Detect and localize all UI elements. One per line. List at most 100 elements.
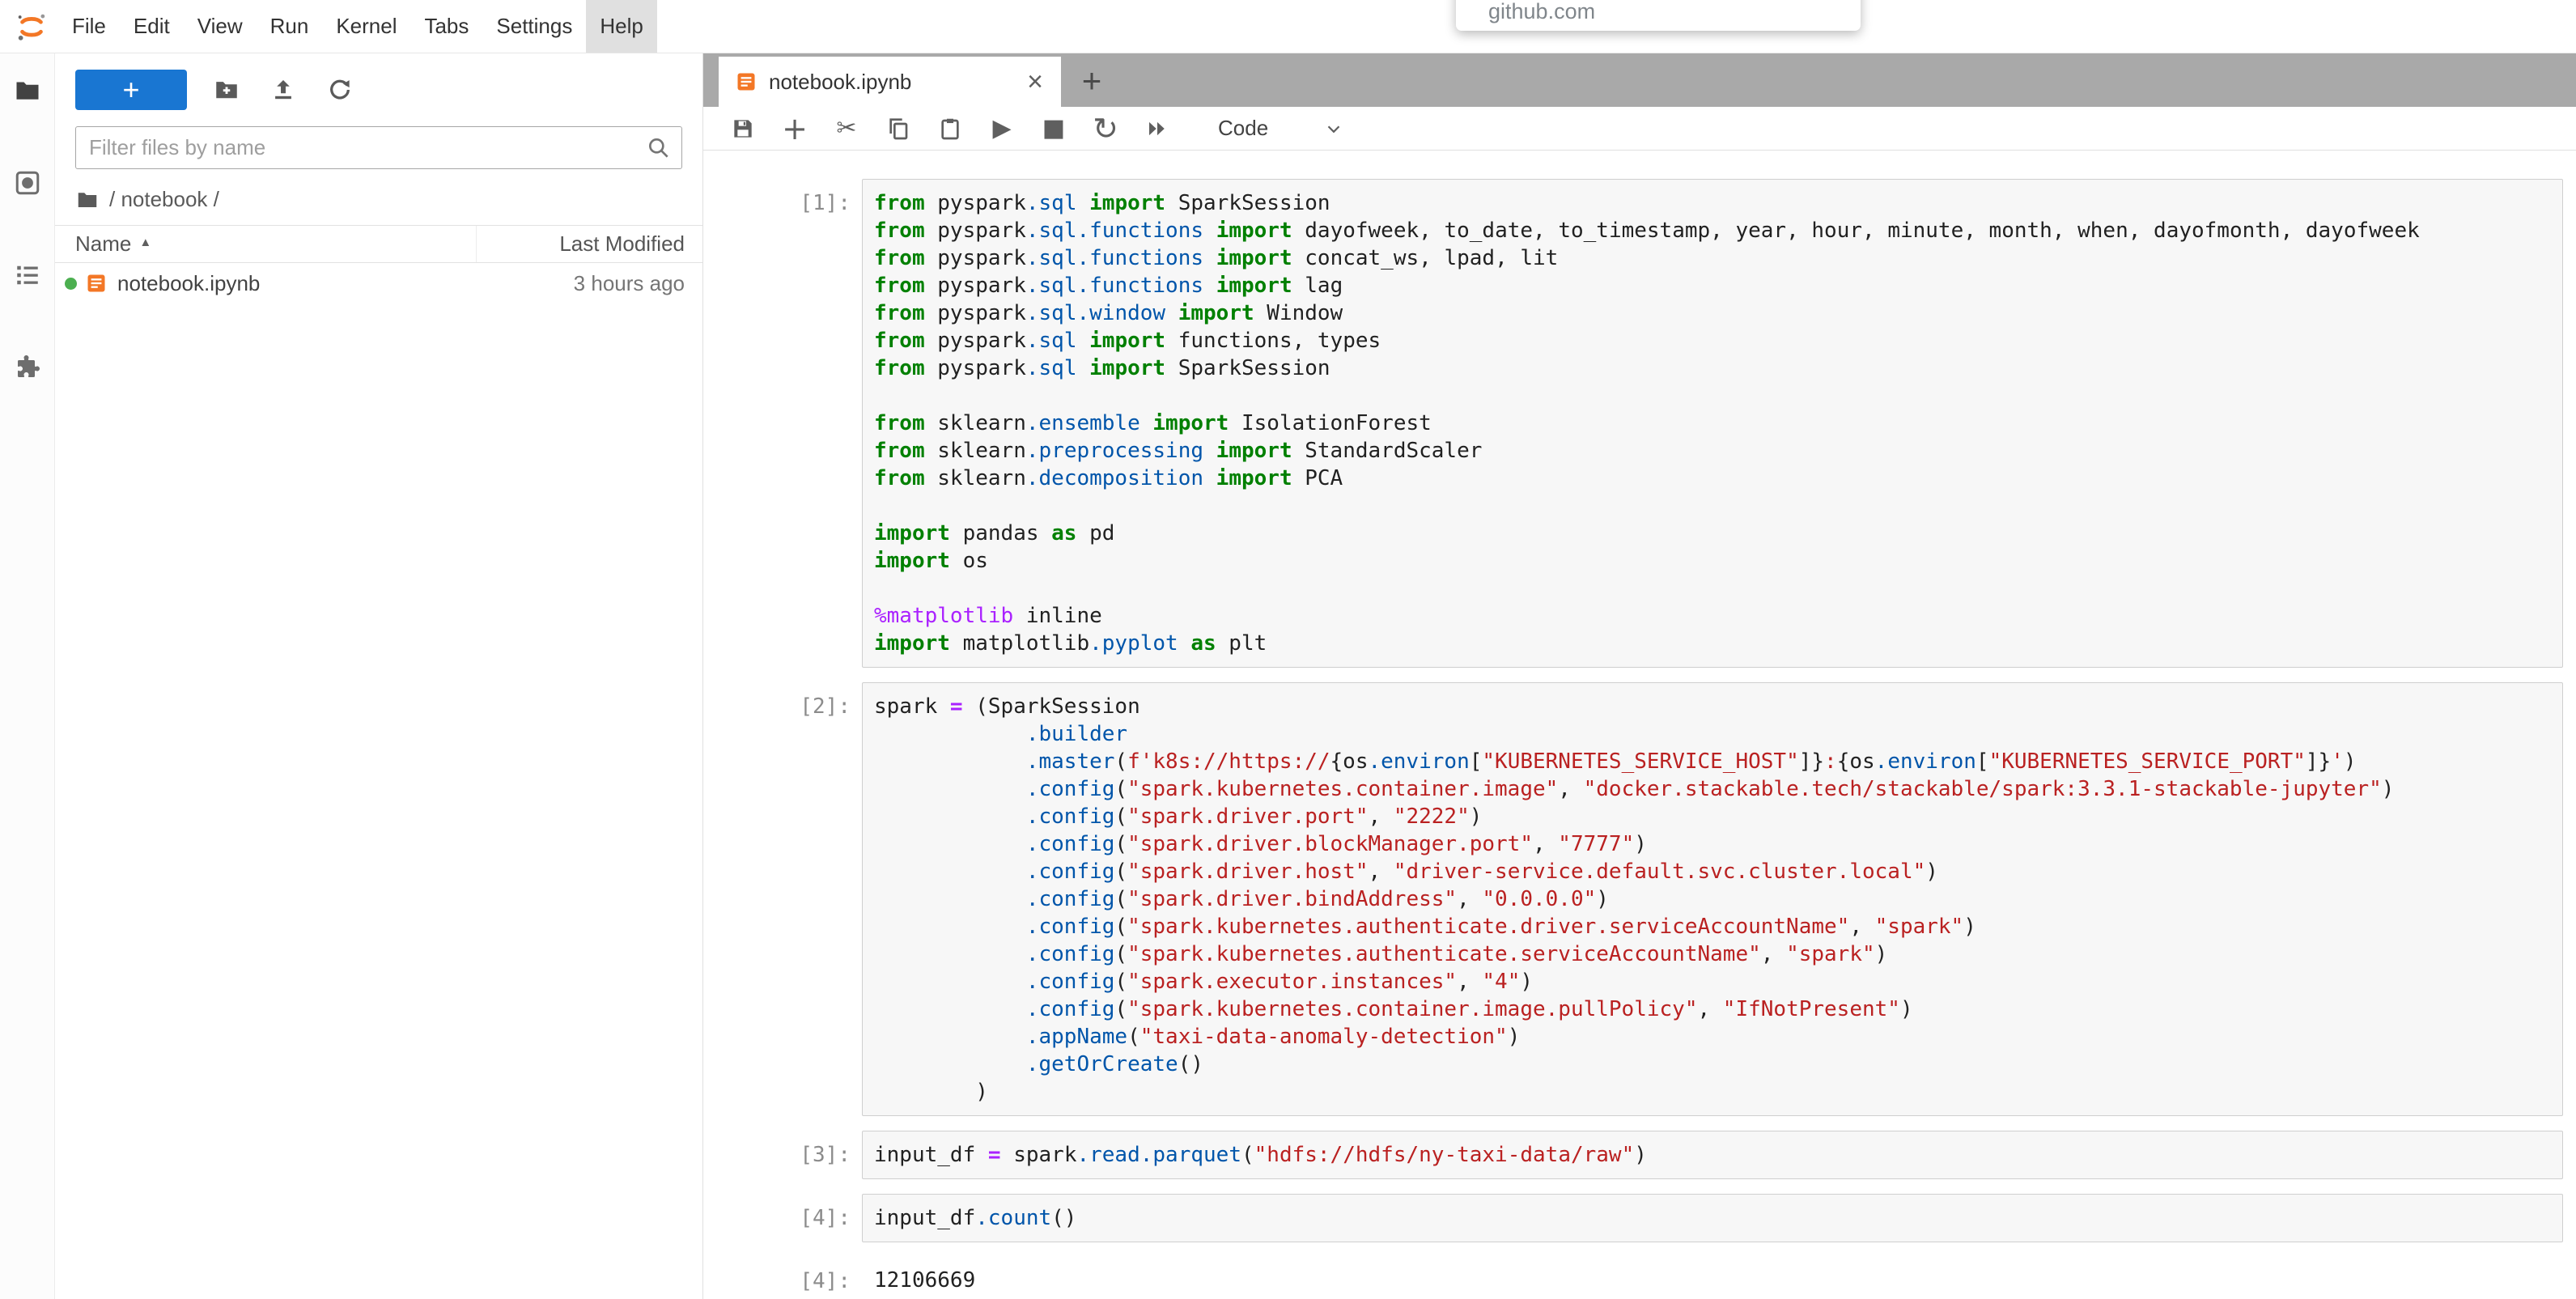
- code-line: from pyspark.sql.functions import dayofw…: [874, 217, 2551, 244]
- code-line: import os: [874, 547, 2551, 575]
- cell-type-value: Code: [1218, 116, 1268, 141]
- new-folder-icon: [213, 76, 240, 104]
- menu-item-view[interactable]: View: [184, 0, 257, 53]
- restart-run-all-button[interactable]: [1142, 111, 1173, 146]
- notebook-cell-row: [4]:input_df.count(): [774, 1194, 2563, 1242]
- play-icon: ▶: [992, 117, 1011, 141]
- code-line: from sklearn.ensemble import IsolationFo…: [874, 410, 2551, 437]
- file-modified: 3 hours ago: [476, 271, 702, 296]
- scissors-icon: ✂: [836, 117, 856, 141]
- run-cell-button[interactable]: ▶: [987, 111, 1017, 146]
- breadcrumb-path[interactable]: / notebook /: [109, 187, 219, 212]
- sort-ascending-icon: ▲: [139, 236, 151, 249]
- column-header-name[interactable]: Name ▲: [55, 231, 476, 257]
- file-browser-panel: + / notebook / Name ▲: [55, 53, 702, 1299]
- code-line: .config("spark.driver.blockManager.port"…: [874, 830, 2551, 858]
- notebook-cell-row: [1]:from pyspark.sql import SparkSession…: [774, 179, 2563, 668]
- file-row[interactable]: notebook.ipynb 3 hours ago: [55, 263, 702, 304]
- code-line: import pandas as pd: [874, 520, 2551, 547]
- upload-icon: [269, 76, 297, 104]
- cut-cells-button[interactable]: ✂: [831, 111, 862, 146]
- folder-icon: [75, 188, 100, 212]
- code-line: from pyspark.sql import SparkSession: [874, 354, 2551, 382]
- sidebar-tab-file-browser[interactable]: [11, 74, 44, 107]
- column-modified-label: Last Modified: [559, 231, 685, 257]
- tab-notebook[interactable]: notebook.ipynb ×: [719, 57, 1061, 107]
- notebook-content[interactable]: [1]:from pyspark.sql import SparkSession…: [703, 151, 2576, 1299]
- copy-icon: [885, 116, 911, 142]
- code-line: .getOrCreate(): [874, 1051, 2551, 1078]
- notebook-cells: [1]:from pyspark.sql import SparkSession…: [703, 151, 2576, 1295]
- notebook-toolbar: + ✂ ▶ ■ ↻ Code: [703, 107, 2576, 151]
- tab-bar: notebook.ipynb × +: [703, 53, 2576, 107]
- code-line: .master(f'k8s://https://{os.environ["KUB…: [874, 748, 2551, 775]
- cell-editor[interactable]: input_df = spark.read.parquet("hdfs://hd…: [862, 1131, 2563, 1179]
- cell-prompt: [4]:: [774, 1194, 862, 1242]
- cell-type-dropdown[interactable]: Code: [1208, 112, 1352, 146]
- cell-editor[interactable]: from pyspark.sql import SparkSessionfrom…: [862, 179, 2563, 668]
- list-icon: [13, 261, 42, 290]
- code-line: input_df = spark.read.parquet("hdfs://hd…: [874, 1141, 2551, 1169]
- file-filter: [75, 126, 682, 169]
- code-line: from pyspark.sql.functions import lag: [874, 272, 2551, 299]
- code-line: [874, 382, 2551, 410]
- fast-forward-icon: [1145, 117, 1169, 141]
- column-name-label: Name: [75, 231, 131, 257]
- cell-prompt: [1]:: [774, 179, 862, 668]
- sidebar-tab-running-kernels[interactable]: [11, 167, 44, 199]
- code-line: .config("spark.kubernetes.authenticate.s…: [874, 940, 2551, 968]
- sidebar-tab-extensions[interactable]: [11, 351, 44, 384]
- code-line: from pyspark.sql import functions, types: [874, 327, 2551, 354]
- cell-editor[interactable]: input_df.count(): [862, 1194, 2563, 1242]
- code-line: .config("spark.driver.bindAddress", "0.0…: [874, 885, 2551, 913]
- code-line: .config("spark.kubernetes.authenticate.d…: [874, 913, 2551, 940]
- copy-cells-button[interactable]: [883, 111, 914, 146]
- menu-item-help[interactable]: Help: [586, 0, 656, 53]
- menu-bar-items: FileEditViewRunKernelTabsSettingsHelp: [58, 0, 657, 53]
- running-kernels-icon: [13, 168, 42, 197]
- paste-cells-button[interactable]: [935, 111, 965, 146]
- interrupt-kernel-button[interactable]: ■: [1038, 111, 1069, 146]
- new-folder-button[interactable]: [210, 73, 244, 107]
- file-name: notebook.ipynb: [117, 271, 476, 296]
- menu-item-edit[interactable]: Edit: [120, 0, 184, 53]
- menu-item-run[interactable]: Run: [257, 0, 323, 53]
- code-line: .config("spark.driver.port", "2222"): [874, 803, 2551, 830]
- notebook-file-icon: [85, 272, 108, 295]
- code-line: from sklearn.preprocessing import Standa…: [874, 437, 2551, 465]
- puzzle-icon: [13, 353, 42, 382]
- insert-cell-button[interactable]: +: [779, 111, 810, 146]
- new-tab-button[interactable]: +: [1072, 62, 1111, 100]
- menu-item-tabs[interactable]: Tabs: [410, 0, 482, 53]
- menu-item-settings[interactable]: Settings: [482, 0, 586, 53]
- close-tab-icon[interactable]: ×: [1024, 68, 1046, 96]
- code-line: %matplotlib inline: [874, 602, 2551, 630]
- code-line: .config("spark.driver.host", "driver-ser…: [874, 858, 2551, 885]
- tooltip-text: github.com: [1488, 0, 1595, 24]
- sidebar-tab-table-of-contents[interactable]: [11, 259, 44, 291]
- code-line: from pyspark.sql.window import Window: [874, 299, 2551, 327]
- restart-kernel-button[interactable]: ↻: [1090, 111, 1121, 146]
- code-line: .config("spark.kubernetes.container.imag…: [874, 775, 2551, 803]
- save-button[interactable]: [728, 111, 758, 146]
- upload-button[interactable]: [266, 73, 300, 107]
- menu-item-kernel[interactable]: Kernel: [322, 0, 410, 53]
- notebook-tab-icon: [735, 70, 758, 93]
- notebook-cell-row: [2]:spark = (SparkSession .builder .mast…: [774, 682, 2563, 1116]
- menu-item-file[interactable]: File: [58, 0, 120, 53]
- code-line: import matplotlib.pyplot as plt: [874, 630, 2551, 657]
- notebook-output-row: [4]:12106669: [774, 1257, 2563, 1295]
- code-line: .config("spark.kubernetes.container.imag…: [874, 995, 2551, 1023]
- floppy-icon: [730, 116, 756, 142]
- column-header-modified[interactable]: Last Modified: [476, 226, 702, 262]
- new-launcher-button[interactable]: +: [75, 70, 187, 110]
- file-filter-input[interactable]: [76, 127, 681, 168]
- code-line: from pyspark.sql import SparkSession: [874, 189, 2551, 217]
- refresh-button[interactable]: [323, 73, 357, 107]
- restart-icon: ↻: [1093, 113, 1118, 144]
- cell-prompt: [3]:: [774, 1131, 862, 1179]
- file-list-header: Name ▲ Last Modified: [55, 225, 702, 263]
- code-line: [874, 492, 2551, 520]
- code-line: .builder: [874, 720, 2551, 748]
- cell-editor[interactable]: spark = (SparkSession .builder .master(f…: [862, 682, 2563, 1116]
